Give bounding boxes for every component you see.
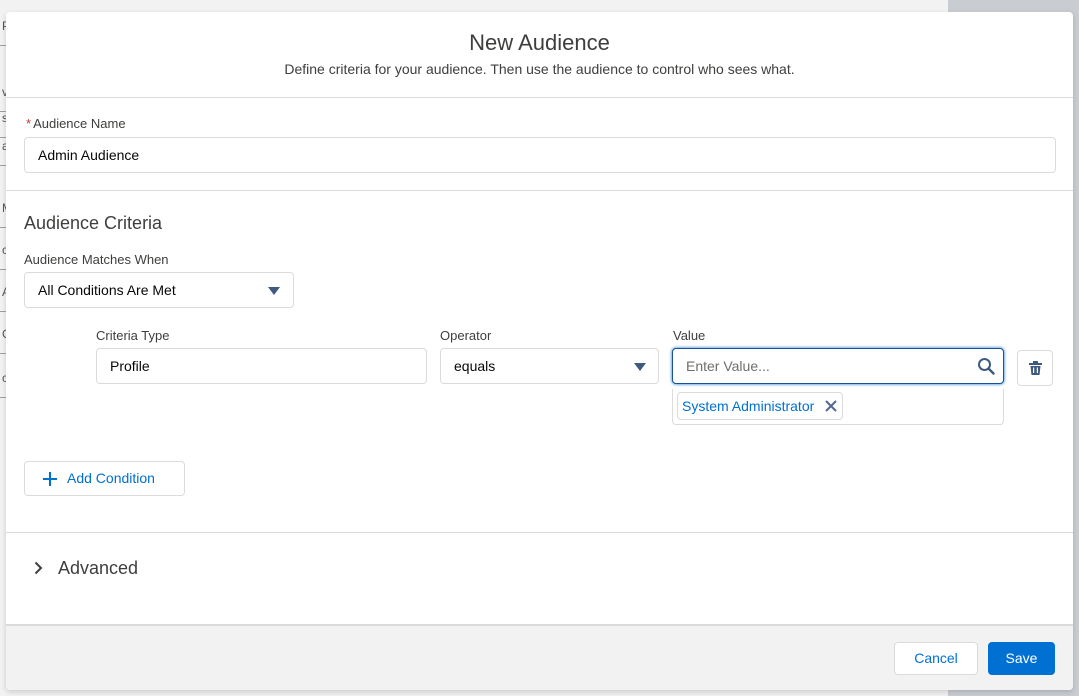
- audience-name-section: * Audience Name Admin Audience: [6, 99, 1073, 191]
- operator-label: Operator: [440, 328, 492, 343]
- operator-select[interactable]: equals: [440, 348, 659, 384]
- audience-name-label-text: Audience Name: [33, 116, 126, 131]
- audience-name-input[interactable]: Admin Audience: [24, 137, 1056, 173]
- value-placeholder: Enter Value...: [686, 358, 770, 374]
- plus-icon: [43, 472, 57, 486]
- advanced-section-toggle[interactable]: Advanced: [6, 532, 1073, 604]
- modal-subtitle: Define criteria for your audience. Then …: [284, 61, 795, 77]
- selected-value-pill[interactable]: System Administrator: [677, 392, 844, 420]
- modal-header: New Audience Define criteria for your au…: [6, 12, 1073, 98]
- search-icon[interactable]: [977, 357, 995, 375]
- required-marker: *: [26, 116, 32, 131]
- selected-values-container: System Administrator: [672, 389, 1004, 425]
- advanced-label: Advanced: [58, 558, 139, 578]
- value-label: Value: [673, 328, 706, 343]
- chevron-down-icon: [634, 363, 646, 371]
- cancel-button[interactable]: Cancel: [894, 642, 978, 675]
- add-condition-label: Add Condition: [67, 470, 155, 486]
- matches-when-label: Audience Matches When: [24, 252, 169, 267]
- new-audience-modal: New Audience Define criteria for your au…: [6, 12, 1073, 690]
- delete-condition-button[interactable]: [1017, 350, 1053, 386]
- chevron-right-icon: [34, 561, 43, 575]
- close-icon[interactable]: [824, 399, 838, 413]
- matches-when-value: All Conditions Are Met: [38, 282, 176, 298]
- modal-title: New Audience: [469, 30, 610, 55]
- add-condition-button[interactable]: Add Condition: [24, 461, 185, 496]
- chevron-down-icon: [268, 287, 280, 295]
- audience-criteria-heading: Audience Criteria: [24, 213, 163, 233]
- criteria-type-input[interactable]: Profile: [96, 348, 427, 384]
- matches-when-select[interactable]: All Conditions Are Met: [24, 272, 294, 308]
- trash-icon: [1029, 361, 1042, 375]
- selected-value-pill-label: System Administrator: [682, 398, 815, 414]
- criteria-type-label: Criteria Type: [96, 328, 170, 343]
- audience-name-label: * Audience Name: [26, 116, 126, 131]
- value-search-input[interactable]: Enter Value...: [672, 348, 1004, 384]
- save-button[interactable]: Save: [988, 642, 1055, 675]
- modal-footer: Cancel Save: [6, 624, 1073, 690]
- operator-value: equals: [454, 358, 496, 374]
